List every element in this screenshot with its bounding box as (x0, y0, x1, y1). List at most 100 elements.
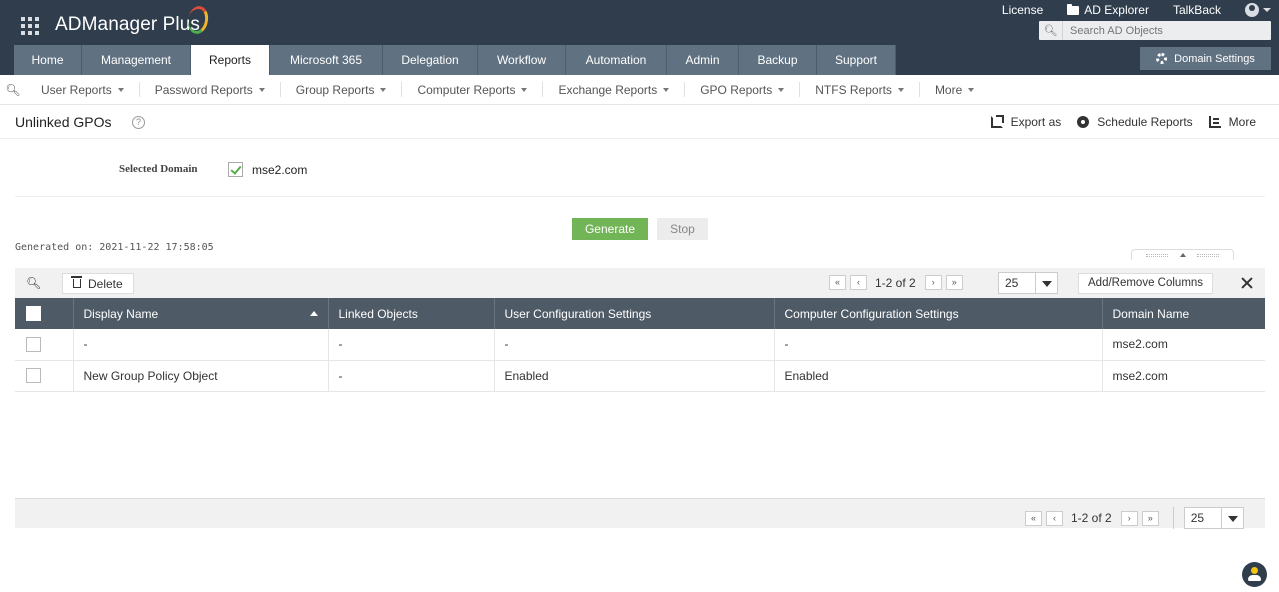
report-search-icon[interactable]: 🔍︎ (0, 83, 26, 97)
per-page-select[interactable]: 25 (998, 272, 1058, 294)
col-user-config[interactable]: User Configuration Settings (494, 298, 775, 329)
chevron-down-icon (1220, 508, 1243, 528)
tab-support[interactable]: Support (817, 45, 896, 75)
prev-page-button[interactable]: ‹ (1046, 510, 1063, 526)
per-page-select[interactable]: 25 (1183, 507, 1244, 529)
main-tabs: Home Management Reports Microsoft 365 De… (14, 45, 896, 75)
col-display-name[interactable]: Display Name (73, 298, 329, 329)
subnav-password-reports[interactable]: Password Reports (140, 82, 281, 97)
col-domain-name[interactable]: Domain Name (1102, 298, 1265, 329)
collapse-panel-handle[interactable] (1131, 249, 1234, 260)
tab-backup[interactable]: Backup (739, 45, 817, 75)
ad-explorer-link[interactable]: AD Explorer (1067, 3, 1149, 17)
add-remove-columns-button[interactable]: Add/Remove Columns (1078, 273, 1214, 294)
generated-on-text: Generated on: 2021-11-22 17:58:05 (15, 242, 214, 253)
tab-workflow[interactable]: Workflow (478, 45, 566, 75)
tab-management[interactable]: Management (82, 45, 191, 75)
col-computer-config[interactable]: Computer Configuration Settings (774, 298, 1103, 329)
chevron-down-icon (380, 87, 387, 92)
subnav-label: Computer Reports (417, 82, 516, 97)
cell-computer-config: Enabled (774, 360, 1103, 392)
search-box: 🔍︎ (1039, 21, 1271, 40)
prev-page-button[interactable]: ‹ (850, 275, 867, 290)
subnav-label: More (934, 82, 963, 97)
subnav-user-reports[interactable]: User Reports (26, 82, 140, 97)
select-all-cell (15, 298, 74, 329)
report-actions: Export as Schedule Reports More (975, 115, 1256, 129)
page-title: Unlinked GPOs (15, 114, 112, 130)
expand-icon[interactable] (1241, 277, 1253, 289)
app-logo[interactable]: ADManager Plus (55, 14, 200, 36)
more-actions-button[interactable]: More (1208, 115, 1256, 129)
tab-automation[interactable]: Automation (566, 45, 667, 75)
subnav-computer-reports[interactable]: Computer Reports (402, 82, 544, 97)
chevron-down-icon (258, 87, 265, 92)
subnav-label: User Reports (41, 82, 112, 97)
subnav-label: Exchange Reports (558, 82, 658, 97)
generate-button[interactable]: Generate (572, 218, 648, 240)
next-page-button[interactable]: › (924, 275, 942, 290)
subnav-gpo-reports[interactable]: GPO Reports (685, 82, 801, 97)
cell-domain-name: mse2.com (1102, 360, 1265, 392)
export-icon (990, 115, 1004, 128)
trash-icon (71, 276, 82, 288)
table-search-icon[interactable]: 🔍︎ (26, 276, 41, 290)
first-page-button[interactable]: « (1025, 510, 1042, 526)
next-page-button[interactable]: › (1120, 510, 1138, 526)
subnav-group-reports[interactable]: Group Reports (281, 82, 403, 97)
chevron-down-icon[interactable] (1263, 8, 1271, 12)
tab-delegation[interactable]: Delegation (383, 45, 478, 75)
last-page-button[interactable]: » (1141, 510, 1159, 526)
selected-domain-label: Selected Domain (119, 163, 198, 175)
schedule-reports-button[interactable]: Schedule Reports (1077, 115, 1193, 129)
search-icon[interactable]: 🔍︎ (1039, 21, 1063, 40)
help-icon[interactable]: ? (132, 116, 145, 129)
row-checkbox-cell (15, 360, 74, 392)
tab-home[interactable]: Home (14, 45, 82, 75)
domain-checkbox[interactable] (228, 162, 243, 177)
sort-asc-icon (309, 310, 318, 316)
table-row[interactable]: - - - - mse2.com (15, 329, 1265, 361)
select-all-checkbox[interactable] (26, 306, 41, 322)
search-input[interactable] (1063, 24, 1263, 37)
row-checkbox[interactable] (26, 336, 41, 352)
talkback-link[interactable]: TalkBack (1173, 3, 1221, 17)
chevron-down-icon (968, 87, 975, 92)
cell-domain-name: mse2.com (1102, 329, 1265, 361)
subnav-label: NTFS Reports (815, 82, 892, 97)
cell-computer-config: - (774, 329, 1103, 361)
tab-microsoft-365[interactable]: Microsoft 365 (270, 45, 383, 75)
stop-button[interactable]: Stop (657, 218, 708, 240)
subnav-label: Group Reports (295, 82, 375, 97)
user-account-icon[interactable] (1245, 3, 1259, 17)
last-page-button[interactable]: » (945, 275, 963, 290)
subnav-exchange-reports[interactable]: Exchange Reports (543, 82, 686, 97)
chevron-down-icon (897, 87, 904, 92)
app-grid-icon[interactable] (21, 17, 39, 35)
page-range-text: 1-2 of 2 (1071, 511, 1112, 525)
bottom-pagination: « ‹ 1-2 of 2 › » 25 (1025, 507, 1244, 529)
row-checkbox-cell (15, 329, 74, 361)
col-linked-objects[interactable]: Linked Objects (328, 298, 495, 329)
chevron-down-icon (521, 87, 528, 92)
subnav-more[interactable]: More (920, 82, 989, 97)
per-page-select-wrap: 25 (998, 272, 1058, 294)
subnav-ntfs-reports[interactable]: NTFS Reports (800, 82, 920, 97)
first-page-button[interactable]: « (829, 275, 846, 290)
tab-admin[interactable]: Admin (667, 45, 739, 75)
schedule-reports-label: Schedule Reports (1097, 115, 1193, 129)
table-row[interactable]: New Group Policy Object - Enabled Enable… (15, 360, 1265, 392)
top-links: License AD Explorer TalkBack (978, 3, 1271, 17)
export-as-button[interactable]: Export as (990, 115, 1061, 129)
cell-linked-objects: - (328, 360, 495, 392)
license-link[interactable]: License (1002, 3, 1043, 17)
row-checkbox[interactable] (26, 368, 41, 384)
more-actions-label: More (1228, 115, 1256, 129)
table-toolbar: 🔍︎ Delete « ‹ 1-2 of 2 › » 25 Add/Remove… (15, 268, 1265, 298)
chat-support-icon[interactable] (1242, 562, 1267, 587)
domain-settings-button[interactable]: Domain Settings (1140, 47, 1271, 70)
subnav-label: Password Reports (154, 82, 253, 97)
domain-settings-label: Domain Settings (1174, 52, 1255, 65)
delete-button[interactable]: Delete (62, 273, 134, 294)
tab-reports[interactable]: Reports (191, 45, 270, 75)
